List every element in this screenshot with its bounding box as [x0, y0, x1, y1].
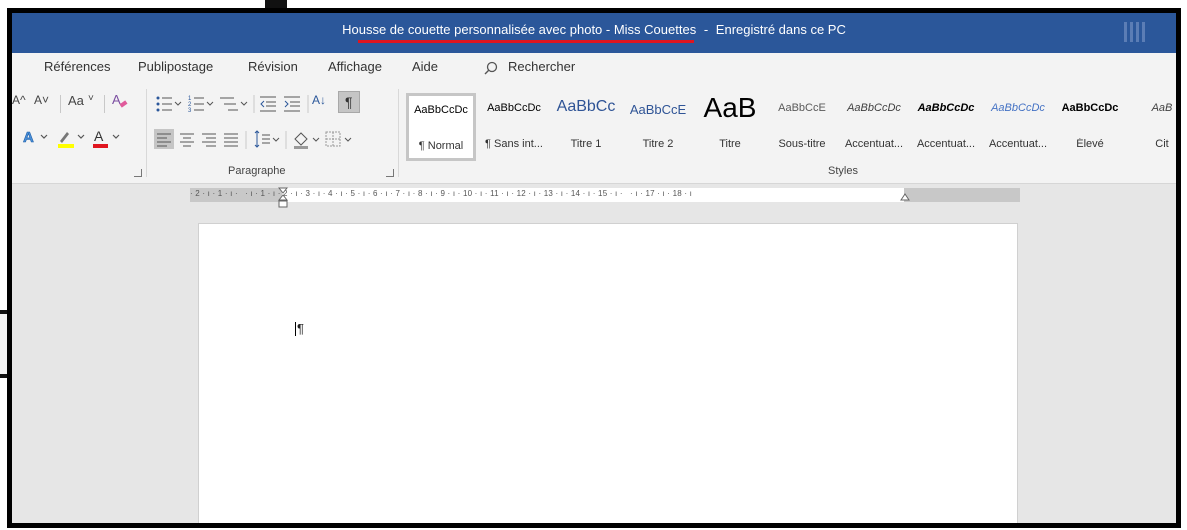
- style-name: Titre: [719, 138, 741, 150]
- indent-marker-icon[interactable]: [278, 187, 288, 209]
- ruler-track[interactable]: · 2 · ı · 1 · ı · · ı · 1 · ı · 2 · ı · …: [190, 187, 1020, 208]
- change-case-button[interactable]: Aa: [68, 93, 84, 108]
- document-title: Housse de couette personnalisée avec pho…: [342, 22, 697, 37]
- svg-text:A: A: [94, 128, 104, 144]
- borders-icon: [325, 131, 352, 147]
- highlight-color-icon[interactable]: [56, 127, 88, 149]
- tab-affichage[interactable]: Affichage: [328, 59, 382, 74]
- style-preview: AaBbCc: [556, 98, 616, 115]
- style-preview: AaBbCcDc: [847, 102, 901, 114]
- red-underline-annotation: [358, 40, 694, 43]
- style-item[interactable]: AaBbCcE Titre 2: [622, 93, 694, 163]
- style-item[interactable]: AaB Titre: [694, 92, 766, 163]
- style-item[interactable]: AaBbCcE Sous-titre: [766, 93, 838, 163]
- sort-button[interactable]: A↓: [312, 93, 326, 107]
- search-icon[interactable]: [484, 61, 498, 75]
- styles-group-label: Styles: [828, 165, 858, 177]
- numbering-icon: 123: [188, 96, 214, 114]
- horizontal-ruler: · 2 · ı · 1 · ı · · ı · 1 · ı · 2 · ı · …: [12, 185, 1176, 209]
- style-item[interactable]: AaBbCcDc Accentuat...: [910, 93, 982, 163]
- text-cursor: [295, 322, 296, 336]
- shading-icon: [294, 132, 320, 149]
- font-dialog-launcher-icon[interactable]: [134, 169, 142, 177]
- style-preview: AaBbCcE: [778, 102, 826, 114]
- style-name: ¶ Sans int...: [485, 138, 543, 150]
- style-preview: AaBbCcDc: [991, 102, 1045, 114]
- show-marks-button[interactable]: ¶: [338, 91, 360, 113]
- screenshot: Housse de couette personnalisée avec pho…: [0, 0, 1187, 530]
- paragraph-group-label: Paragraphe: [228, 165, 286, 177]
- style-name: Titre 2: [642, 138, 674, 150]
- ruler-numbers: · 2 · ı · 1 · ı · · ı · 1 · ı · 2 · ı · …: [190, 189, 693, 198]
- right-indent-marker-icon[interactable]: [900, 193, 910, 203]
- search-box[interactable]: Rechercher: [508, 59, 575, 74]
- style-preview: AaB: [703, 92, 757, 123]
- multilevel-list-icon: [220, 97, 248, 111]
- tab-publipostage[interactable]: Publipostage: [138, 59, 213, 74]
- style-name: Élevé: [1076, 138, 1104, 150]
- save-status: Enregistré dans ce PC: [715, 22, 846, 37]
- divider: [104, 95, 105, 113]
- style-preview: AaBbCcDc: [414, 104, 468, 116]
- text-effects-icon[interactable]: A: [22, 127, 52, 147]
- justify-icon: [224, 133, 238, 147]
- tab-aide[interactable]: Aide: [412, 59, 438, 74]
- style-item[interactable]: AaBbCcDc ¶ Normal: [406, 93, 476, 161]
- word-window: Housse de couette personnalisée avec pho…: [7, 8, 1181, 528]
- eraser-icon: [119, 100, 128, 108]
- ribbon-tabs: Références Publipostage Révision Afficha…: [12, 53, 1176, 83]
- document-page[interactable]: ¶: [198, 223, 1018, 523]
- paragraph-mark: ¶: [297, 321, 304, 336]
- style-preview: AaBbCcDc: [917, 102, 975, 114]
- window-title: Housse de couette personnalisée avec pho…: [12, 22, 1176, 37]
- ribbon-display-icon[interactable]: [1122, 19, 1154, 45]
- style-item[interactable]: AaBbCcDc Élevé: [1054, 93, 1126, 163]
- divider: [60, 95, 61, 113]
- align-right-icon: [202, 133, 216, 147]
- chevron-down-icon[interactable]: ˅: [88, 93, 94, 104]
- tab-references[interactable]: Références: [44, 59, 110, 74]
- style-item[interactable]: AaBbCcDc ¶ Sans int...: [478, 93, 550, 163]
- paragraph-align-tools: [154, 129, 352, 149]
- shrink-font-button[interactable]: A˅: [34, 93, 49, 107]
- decrease-indent-icon: [260, 96, 276, 112]
- font-color-icon[interactable]: A: [92, 127, 124, 149]
- paragraph-dialog-launcher-icon[interactable]: [386, 169, 394, 177]
- style-preview: AaB: [1151, 102, 1173, 114]
- grow-font-button[interactable]: A^: [12, 93, 26, 107]
- style-item[interactable]: AaBbCc Titre 1: [550, 93, 622, 163]
- ribbon: A^ A˅ Aa ˅ A A A 1 2 3 A↓ ¶ Paragraphe A…: [12, 83, 1176, 184]
- background-window-edge: [265, 0, 287, 8]
- title-bar: Housse de couette personnalisée avec pho…: [12, 13, 1176, 53]
- style-preview: AaBbCcE: [629, 102, 687, 117]
- svg-text:A: A: [23, 129, 34, 146]
- svg-text:3: 3: [188, 108, 192, 114]
- style-name: Accentuat...: [916, 138, 976, 150]
- style-item[interactable]: AaB Cit: [1126, 93, 1176, 163]
- align-center-icon: [180, 133, 194, 147]
- bullets-icon: [156, 96, 182, 112]
- style-name: Accentuat...: [844, 138, 904, 150]
- line-spacing-icon: [254, 130, 280, 148]
- group-divider: [146, 89, 147, 177]
- style-item[interactable]: AaBbCcDc Accentuat...: [982, 93, 1054, 163]
- pilcrow-icon: ¶: [345, 94, 353, 110]
- increase-indent-icon: [284, 96, 300, 112]
- style-name: Cit: [1155, 138, 1169, 150]
- style-name: Titre 1: [570, 138, 602, 150]
- title-separator: -: [703, 22, 709, 37]
- tab-revision[interactable]: Révision: [248, 59, 298, 74]
- style-name: ¶ Normal: [418, 140, 464, 152]
- style-name: Sous-titre: [778, 138, 826, 150]
- style-preview: AaBbCcDc: [487, 102, 541, 114]
- group-divider: [398, 89, 399, 177]
- style-item[interactable]: AaBbCcDc Accentuat...: [838, 93, 910, 163]
- style-name: Accentuat...: [988, 138, 1048, 150]
- style-preview: AaBbCcDc: [1061, 102, 1119, 114]
